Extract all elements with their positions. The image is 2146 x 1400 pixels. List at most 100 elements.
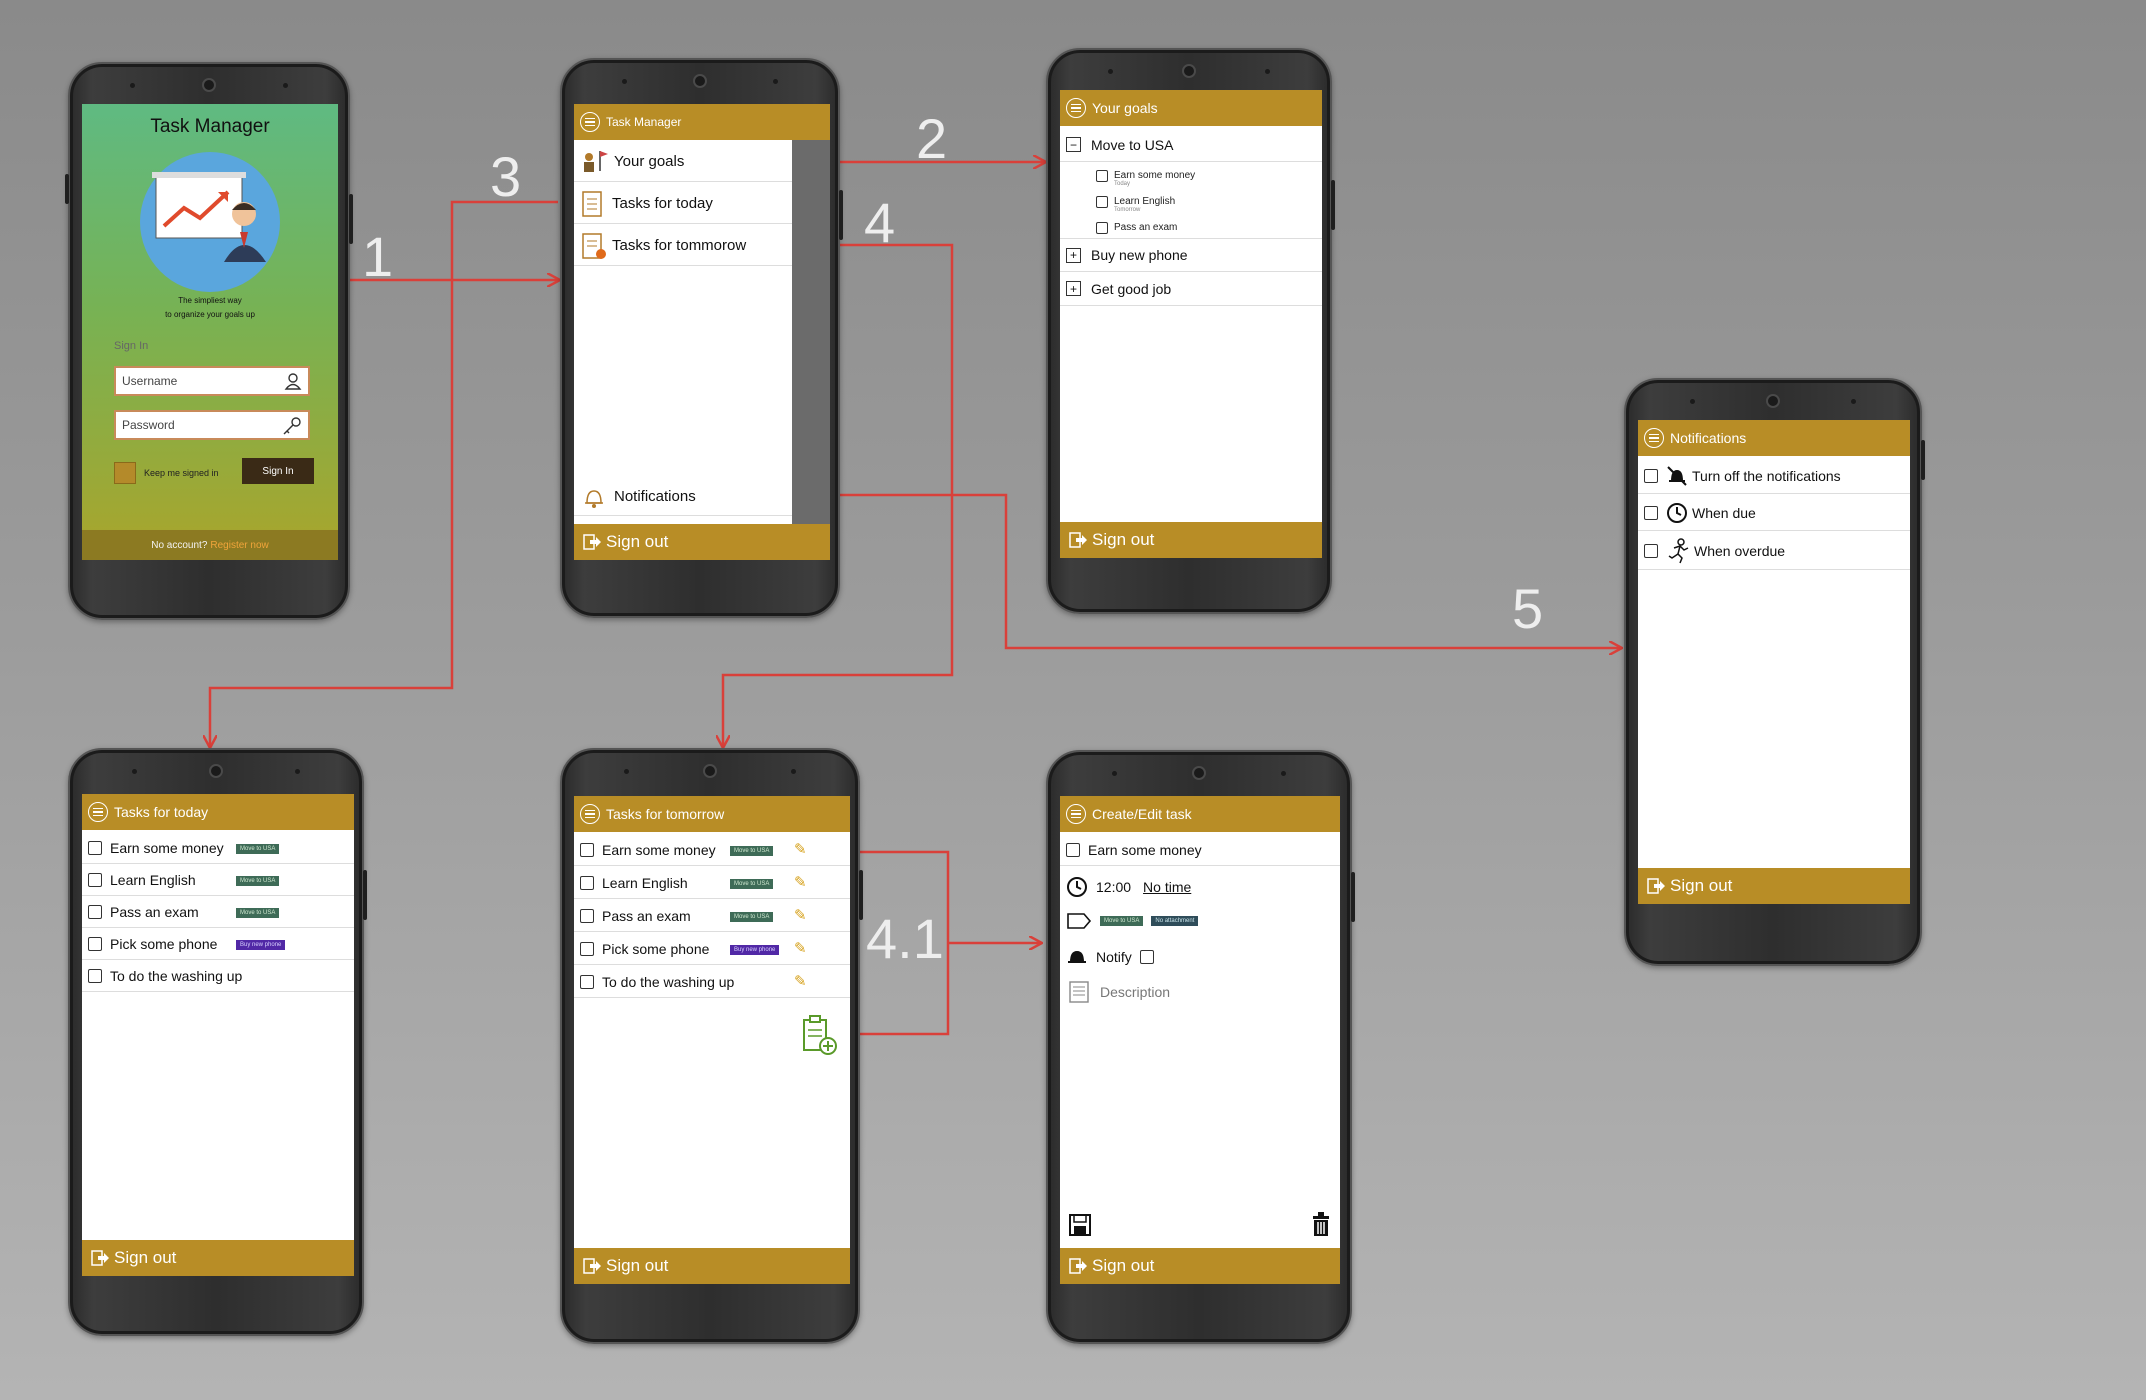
task-checkbox[interactable] xyxy=(88,904,102,919)
edit-task-name-row[interactable]: Earn some money xyxy=(1060,834,1340,866)
username-field[interactable]: Username xyxy=(114,366,310,396)
task-checkbox[interactable] xyxy=(88,936,102,951)
today-task-5[interactable]: To do the washing up xyxy=(82,960,354,992)
subtask-exam[interactable]: Pass an exam xyxy=(1096,222,1177,234)
hamburger-icon[interactable] xyxy=(88,802,108,822)
today-task-2[interactable]: Learn English Move to USA xyxy=(82,864,354,896)
notif-when-overdue[interactable]: When overdue xyxy=(1638,532,1910,570)
save-icon[interactable] xyxy=(1068,1213,1092,1242)
menu-item-notifications[interactable]: Notifications xyxy=(574,478,792,516)
today-header-title: Tasks for today xyxy=(114,804,209,820)
sign-out-icon xyxy=(582,532,602,552)
tomorrow-task-1[interactable]: Earn some money Move to USA ✎ xyxy=(574,834,850,866)
menu-item-tomorrow[interactable]: Tasks for tommorow xyxy=(574,226,792,266)
today-sign-out[interactable]: Sign out xyxy=(82,1240,354,1276)
edit-no-time[interactable]: No time xyxy=(1143,879,1191,895)
edit-time[interactable]: 12:00 xyxy=(1096,879,1131,895)
sign-out-icon xyxy=(1646,876,1666,896)
hamburger-icon[interactable] xyxy=(1066,804,1086,824)
expand-icon[interactable]: + xyxy=(1066,281,1081,296)
task-label: Earn some money xyxy=(110,839,224,856)
edit-pencil-icon[interactable]: ✎ xyxy=(794,939,807,957)
notifications-sign-out[interactable]: Sign out xyxy=(1638,868,1910,904)
notif-turn-off[interactable]: Turn off the notifications xyxy=(1638,458,1910,494)
menu-sign-out[interactable]: Sign out xyxy=(574,524,830,560)
today-screen: Tasks for today Earn some money Move to U… xyxy=(82,794,354,1276)
task-checkbox[interactable] xyxy=(580,875,594,890)
task-checkbox[interactable] xyxy=(580,842,594,857)
goals-sign-out-label: Sign out xyxy=(1092,530,1155,549)
task-tag: Move to USA xyxy=(236,876,280,886)
today-task-4[interactable]: Pick some phone Buy new phone xyxy=(82,928,354,960)
task-checkbox[interactable] xyxy=(1066,842,1080,857)
task-checkbox[interactable] xyxy=(580,941,594,956)
goal-group-move[interactable]: − Move to USA xyxy=(1060,128,1322,162)
edit-goal-tag[interactable]: Move to USA xyxy=(1100,916,1144,926)
task-label: Pass an exam xyxy=(110,903,199,920)
subtask-english[interactable]: Learn English Tomorrow xyxy=(1096,196,1175,214)
notif-when-due[interactable]: When due xyxy=(1638,495,1910,531)
hamburger-icon[interactable] xyxy=(580,112,600,132)
checklist-icon xyxy=(582,190,602,217)
app-title: Task Manager xyxy=(150,116,270,137)
task-checkbox[interactable] xyxy=(88,968,102,983)
keep-signed-checkbox[interactable] xyxy=(114,462,136,484)
edit-pencil-icon[interactable]: ✎ xyxy=(794,906,807,924)
edit-sign-out[interactable]: Sign out xyxy=(1060,1248,1340,1284)
tomorrow-sign-out[interactable]: Sign out xyxy=(574,1248,850,1284)
hamburger-icon[interactable] xyxy=(1066,98,1086,118)
menu-sign-out-label: Sign out xyxy=(606,532,669,551)
clock-icon xyxy=(1067,877,1087,897)
edit-description[interactable]: Description xyxy=(1100,984,1170,1000)
edit-notify-row[interactable]: Notify xyxy=(1066,946,1162,968)
tomorrow-task-2[interactable]: Learn English Move to USA ✎ xyxy=(574,867,850,899)
subtask-earn[interactable]: Earn some money Today xyxy=(1096,170,1195,188)
goal-group-job-label: Get good job xyxy=(1091,280,1172,297)
edit-time-row[interactable]: 12:00 No time xyxy=(1066,876,1191,898)
task-checkbox[interactable] xyxy=(580,908,594,923)
task-label: To do the washing up xyxy=(602,973,735,990)
goal-group-phone[interactable]: + Buy new phone xyxy=(1060,238,1322,272)
today-task-3[interactable]: Pass an exam Move to USA xyxy=(82,896,354,928)
add-task-icon[interactable] xyxy=(800,1014,840,1063)
password-field[interactable]: Password xyxy=(114,410,310,440)
edit-task-name[interactable]: Earn some money xyxy=(1088,842,1202,858)
keep-signed-label: Keep me signed in xyxy=(144,468,219,478)
goals-icon xyxy=(584,150,608,172)
goals-sign-out[interactable]: Sign out xyxy=(1060,522,1322,558)
tomorrow-task-5[interactable]: To do the washing up ✎ xyxy=(574,966,850,998)
edit-notify-checkbox[interactable] xyxy=(1139,950,1154,964)
sign-out-icon xyxy=(1068,530,1088,550)
menu-item-today[interactable]: Tasks for today xyxy=(574,184,792,224)
collapse-icon[interactable]: − xyxy=(1066,137,1081,152)
task-checkbox[interactable] xyxy=(88,840,102,855)
task-label: Learn English xyxy=(110,871,196,888)
subtask-earn-due: Today xyxy=(1114,181,1131,187)
today-header: Tasks for today xyxy=(82,794,354,830)
task-tag: Move to USA xyxy=(236,844,280,854)
edit-pencil-icon[interactable]: ✎ xyxy=(794,873,807,891)
tomorrow-task-4[interactable]: Pick some phone Buy new phone ✎ xyxy=(574,933,850,965)
notif-turn-off-checkbox[interactable] xyxy=(1644,468,1658,483)
hamburger-icon[interactable] xyxy=(580,804,600,824)
subtask-exam-label: Pass an exam xyxy=(1114,222,1178,233)
notif-when-due-checkbox[interactable] xyxy=(1644,505,1658,520)
edit-pencil-icon[interactable]: ✎ xyxy=(794,840,807,858)
hamburger-icon[interactable] xyxy=(1644,428,1664,448)
task-checkbox[interactable] xyxy=(580,974,594,989)
menu-item-goals[interactable]: Your goals xyxy=(574,142,792,182)
notif-when-overdue-checkbox[interactable] xyxy=(1644,543,1658,558)
expand-icon[interactable]: + xyxy=(1066,247,1081,263)
edit-pencil-icon[interactable]: ✎ xyxy=(794,972,807,990)
goal-group-job[interactable]: + Get good job xyxy=(1060,272,1322,306)
edit-description-row[interactable]: Description xyxy=(1068,980,1170,1004)
trash-icon[interactable] xyxy=(1310,1211,1332,1242)
register-link[interactable]: Register now xyxy=(210,540,268,551)
today-task-1[interactable]: Earn some money Move to USA xyxy=(82,832,354,864)
edit-attachment-tag[interactable]: No attachment xyxy=(1151,916,1199,926)
tomorrow-task-3[interactable]: Pass an exam Move to USA ✎ xyxy=(574,900,850,932)
phone-login: Task Manager The simpliest way to organi… xyxy=(65,62,353,620)
sign-in-button[interactable]: Sign In xyxy=(242,458,314,484)
notifications-header: Notifications xyxy=(1638,420,1910,456)
task-checkbox[interactable] xyxy=(88,872,102,887)
